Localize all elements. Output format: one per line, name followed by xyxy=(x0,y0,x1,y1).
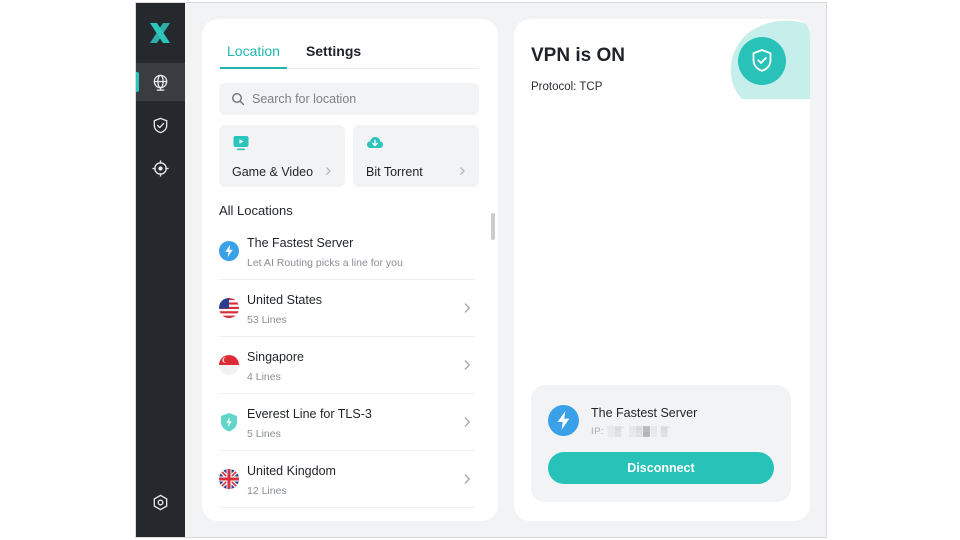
ip-label: IP: xyxy=(591,426,605,437)
nav-location[interactable] xyxy=(136,63,185,101)
location-subtitle: 12 Lines xyxy=(247,485,287,497)
tab-settings[interactable]: Settings xyxy=(299,39,368,69)
chevron-right-icon xyxy=(464,474,471,484)
app-window: Location Settings Game & Video xyxy=(135,2,827,538)
tab-bar: Location Settings xyxy=(220,39,478,69)
nav-settings[interactable] xyxy=(136,483,185,521)
section-title: All Locations xyxy=(219,203,293,218)
chevron-right-icon xyxy=(464,303,471,313)
protocol-label: Protocol: TCP xyxy=(531,81,603,93)
globe-icon xyxy=(153,74,168,91)
location-item-everest[interactable]: Everest Line for TLS-3 5 Lines xyxy=(219,394,475,451)
connected-server-name: The Fastest Server xyxy=(591,406,698,420)
location-name: Everest Line for TLS-3 xyxy=(247,407,372,421)
flag-sg-icon xyxy=(219,355,239,375)
ip-address: IP: ░▒˙ ░▒▓░ ▒˙ xyxy=(591,426,672,437)
settings-hex-icon xyxy=(153,494,168,510)
location-subtitle: 4 Lines xyxy=(247,371,281,383)
nav-target[interactable] xyxy=(136,149,185,187)
location-item-fastest[interactable]: The Fastest Server Let AI Routing picks … xyxy=(219,223,475,280)
chevron-right-icon xyxy=(464,417,471,427)
tab-location[interactable]: Location xyxy=(220,39,287,69)
cloud-download-icon xyxy=(367,137,383,148)
location-name: United States xyxy=(247,293,323,307)
location-item-us[interactable]: United States 53 Lines xyxy=(219,280,475,337)
feature-game-video[interactable]: Game & Video xyxy=(219,125,345,187)
flag-us-icon xyxy=(219,298,239,318)
location-subtitle: Let AI Routing picks a line for you xyxy=(247,257,403,269)
location-subtitle: 5 Lines xyxy=(247,428,281,440)
location-subtitle: 53 Lines xyxy=(247,314,287,326)
shield-check-icon xyxy=(153,117,168,133)
app-logo-icon xyxy=(150,23,170,43)
search-box[interactable] xyxy=(219,83,479,115)
chevron-right-icon xyxy=(460,167,465,175)
search-icon xyxy=(231,92,245,106)
chevron-right-icon xyxy=(326,167,331,175)
shield-lightning-icon xyxy=(221,413,237,432)
connection-card: The Fastest Server IP: ░▒˙ ░▒▓░ ▒˙ Disco… xyxy=(531,385,791,502)
vpn-status-title: VPN is ON xyxy=(531,45,625,66)
location-name: United Kingdom xyxy=(247,464,336,478)
feature-label: Game & Video xyxy=(232,165,314,179)
location-item-uk[interactable]: United Kingdom 12 Lines xyxy=(219,451,475,508)
nav-security[interactable] xyxy=(136,106,185,144)
shield-on-icon xyxy=(730,20,810,99)
location-list: The Fastest Server Let AI Routing picks … xyxy=(219,223,475,508)
search-input[interactable] xyxy=(252,92,462,106)
feature-label: Bit Torrent xyxy=(366,165,423,179)
lightning-icon xyxy=(548,405,579,436)
location-panel: Location Settings Game & Video xyxy=(202,19,498,521)
tv-play-icon xyxy=(233,136,249,151)
feature-bit-torrent[interactable]: Bit Torrent xyxy=(353,125,479,187)
status-panel: VPN is ON Protocol: TCP The Fastest Serv… xyxy=(514,19,810,521)
location-name: Singapore xyxy=(247,350,304,364)
location-item-singapore[interactable]: Singapore 4 Lines xyxy=(219,337,475,394)
crosshair-icon xyxy=(152,159,169,177)
flag-uk-icon xyxy=(219,469,239,489)
list-scrollbar[interactable] xyxy=(491,213,495,240)
lightning-icon xyxy=(219,241,239,261)
disconnect-button[interactable]: Disconnect xyxy=(548,452,774,484)
nav-rail xyxy=(136,3,185,537)
location-name: The Fastest Server xyxy=(247,236,354,250)
chevron-right-icon xyxy=(464,360,471,370)
